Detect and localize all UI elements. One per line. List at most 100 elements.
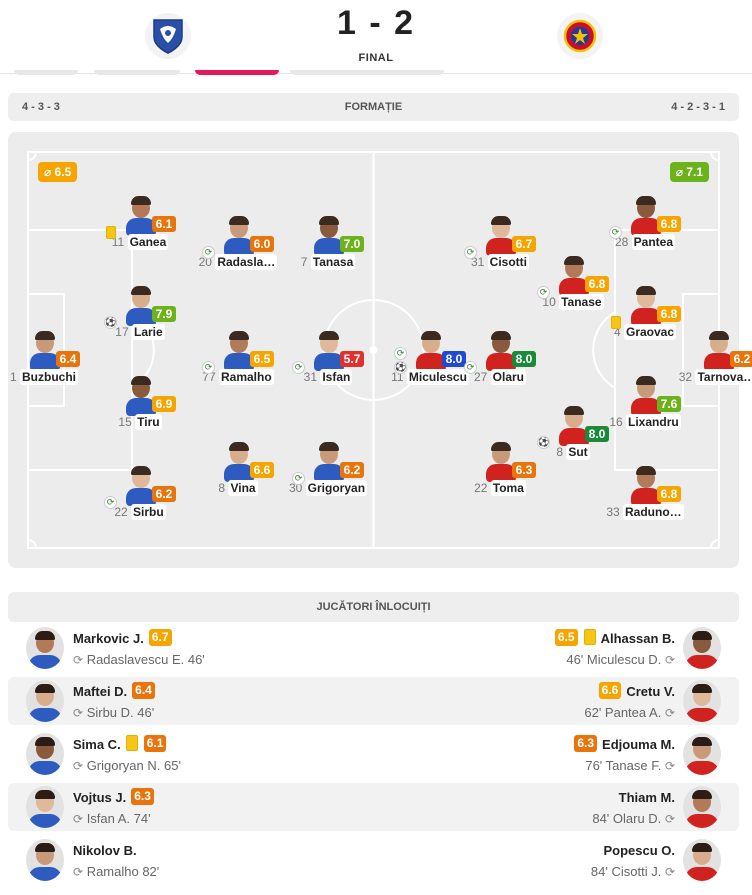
substitution-icon: ⟳ xyxy=(292,361,305,374)
player-name: Isfan xyxy=(320,369,353,385)
home-sub-name[interactable]: Vojtus J. xyxy=(73,790,126,805)
player-number: 15 xyxy=(118,415,132,429)
substitution-row[interactable]: Sima C. ⟳ Grigoryan N. 65' Edjouma M. 76' T… xyxy=(8,730,739,778)
home-player-31[interactable]: 5.7 31 Isfan ⟳ xyxy=(288,329,368,393)
player-name: Sut xyxy=(566,444,590,460)
away-sub-avatar[interactable] xyxy=(683,680,721,722)
match-score: 1 - 2 xyxy=(336,4,416,42)
home-sub-name[interactable]: Markovic J. xyxy=(73,631,144,646)
away-sub-avatar[interactable] xyxy=(683,733,721,775)
substitution-icon: ⟳ xyxy=(664,706,675,720)
away-sub-detail: 84' Cisotti J. ⟳ xyxy=(590,864,675,879)
home-sub-name[interactable]: Sima C. xyxy=(73,737,121,752)
substitution-icon: ⟳ xyxy=(104,496,117,509)
home-average-rating: ⌀ 6.5 xyxy=(38,162,78,182)
player-name: Sirbu xyxy=(131,504,166,520)
substitutes-bar: JUCĂTORI ÎNLOCUIȚI xyxy=(8,592,739,622)
player-name: Cisotti xyxy=(487,254,530,270)
player-rating: 6.6 xyxy=(250,462,274,478)
player-rating: 6.2 xyxy=(340,462,364,478)
player-rating: 6.8 xyxy=(657,216,681,232)
tab-fragment[interactable] xyxy=(290,70,444,75)
away-player-33[interactable]: 6.8 33 Raduno… xyxy=(605,464,685,528)
tab-active-fragment[interactable] xyxy=(195,70,279,75)
home-sub-rating: 6.7 xyxy=(148,629,172,646)
home-sub-rating: 6.4 xyxy=(132,682,155,699)
player-name: Tanasa xyxy=(310,254,356,270)
player-name: Larie xyxy=(132,324,165,340)
away-sub-name[interactable]: Cretu V. xyxy=(626,684,675,699)
away-player-28[interactable]: 6.8 28 Pantea ⟳ xyxy=(605,194,685,258)
player-number: 8 xyxy=(218,481,226,495)
substitution-icon: ⟳ xyxy=(464,361,477,374)
away-sub-name[interactable]: Popescu O. xyxy=(603,843,675,858)
yellow-card-icon xyxy=(106,226,116,239)
home-player-20[interactable]: 6.0 20 Radasla… ⟳ xyxy=(198,214,278,278)
player-number: 17 xyxy=(115,325,129,339)
away-average-rating: ⌀ 7.1 xyxy=(669,162,709,182)
player-number: 7 xyxy=(300,255,308,269)
home-sub-avatar[interactable] xyxy=(26,786,64,828)
home-player-11[interactable]: 6.1 11 Ganea xyxy=(100,194,180,258)
player-number: 22 xyxy=(474,481,488,495)
home-player-7[interactable]: 7.0 7 Tanasa xyxy=(288,214,368,278)
substitution-icon: ⟳ xyxy=(202,361,215,374)
away-player-27[interactable]: 8.0 27 Olaru ⟳ xyxy=(460,329,540,393)
player-rating: 6.9 xyxy=(152,396,176,412)
substitution-row[interactable]: Maftei D. ⟳ Sirbu D. 46' Cretu V. 62' Pante… xyxy=(8,677,739,725)
home-player-30[interactable]: 6.2 30 Grigoryan ⟳ xyxy=(288,440,368,504)
away-player-10[interactable]: 6.8 10 Tanase ⟳ xyxy=(533,254,613,318)
substitution-icon: ⟳ xyxy=(73,865,84,879)
away-sub-detail: 84' Olaru D. ⟳ xyxy=(592,811,675,826)
player-number: 22 xyxy=(114,505,128,519)
substitution-row[interactable]: Nikolov B. ⟳ Ramalho 82' Popescu O. 84' Cis… xyxy=(8,836,739,884)
substitution-icon: ⟳ xyxy=(664,812,675,826)
formation-title: FORMAȚIE xyxy=(344,101,403,113)
away-sub-name[interactable]: Thiam M. xyxy=(619,790,675,805)
away-player-32[interactable]: 6.2 32 Tarnova… xyxy=(678,329,752,393)
home-player-15[interactable]: 6.9 15 Tiru xyxy=(100,374,180,438)
tab-fragment[interactable] xyxy=(94,70,180,75)
home-sub-name[interactable]: Maftei D. xyxy=(73,684,127,699)
substitution-icon: ⟳ xyxy=(664,759,675,773)
home-sub-avatar[interactable] xyxy=(26,627,64,669)
player-rating: 6.4 xyxy=(56,351,80,367)
yellow-card-icon xyxy=(611,316,621,329)
away-sub-name[interactable]: Edjouma M. xyxy=(602,737,675,752)
away-sub-avatar[interactable] xyxy=(683,786,721,828)
away-sub-avatar[interactable] xyxy=(683,627,721,669)
home-player-77[interactable]: 6.5 77 Ramalho ⟳ xyxy=(198,329,278,393)
away-player-31[interactable]: 6.7 31 Cisotti ⟳ xyxy=(460,214,540,278)
home-sub-detail: ⟳ Ramalho 82' xyxy=(73,864,160,879)
tab-fragment[interactable] xyxy=(14,70,78,75)
away-formation: 4 - 2 - 3 - 1 xyxy=(671,101,725,113)
away-sub-avatar[interactable] xyxy=(683,839,721,881)
home-player-1[interactable]: 6.4 1 Buzbuchi xyxy=(4,329,84,393)
home-sub-name[interactable]: Nikolov B. xyxy=(73,843,137,858)
player-rating: 7.6 xyxy=(657,396,681,412)
substitution-icon: ⟳ xyxy=(202,246,215,259)
home-sub-avatar[interactable] xyxy=(26,680,64,722)
away-sub-name[interactable]: Alhassan B. xyxy=(601,631,675,646)
away-sub-detail: 62' Pantea A. ⟳ xyxy=(584,705,675,720)
substitution-icon: ⟳ xyxy=(292,472,305,485)
substitution-icon: ⟳ xyxy=(609,226,622,239)
home-player-8[interactable]: 6.6 8 Vina xyxy=(198,440,278,504)
away-sub-rating: 6.5 xyxy=(554,629,578,646)
player-rating: 6.0 xyxy=(250,236,274,252)
fcsb-crest-icon[interactable] xyxy=(557,13,603,59)
substitution-row[interactable]: Vojtus J. ⟳ Isfan A. 74' Thiam M. 84' Olaru… xyxy=(8,783,739,831)
away-sub-detail: 46' Miculescu D. ⟳ xyxy=(566,652,675,667)
player-name: Vina xyxy=(228,480,258,496)
player-number: 1 xyxy=(9,370,17,384)
player-rating: 6.2 xyxy=(152,486,176,502)
home-sub-avatar[interactable] xyxy=(26,733,64,775)
away-player-4[interactable]: 6.8 4 Graovac xyxy=(605,284,685,348)
player-number: 33 xyxy=(606,505,620,519)
home-sub-avatar[interactable] xyxy=(26,839,64,881)
home-player-22[interactable]: 6.2 22 Sirbu ⟳ xyxy=(100,464,180,528)
substitution-row[interactable]: Markovic J. ⟳ Radaslavescu E. 46' Alhassan… xyxy=(8,624,739,672)
player-rating: 6.7 xyxy=(512,236,536,252)
home-player-17[interactable]: 7.9 17 Larie ⚽ xyxy=(100,284,180,348)
away-player-8[interactable]: 8.0 8 Sut ⚽ xyxy=(533,404,613,468)
